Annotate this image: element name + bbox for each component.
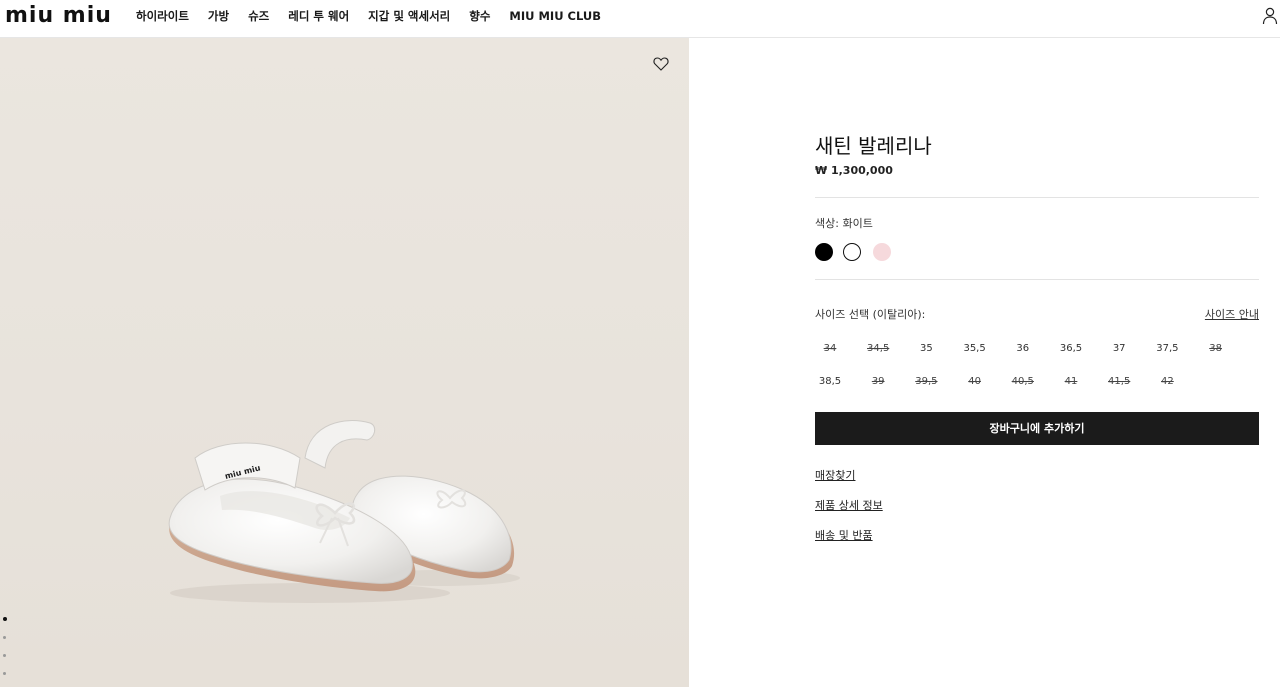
- size-option[interactable]: 35,5: [960, 343, 990, 354]
- selected-color-value: 화이트: [842, 217, 873, 230]
- nav-item-fragrance[interactable]: 향수: [469, 8, 490, 24]
- product-details-link[interactable]: 제품 상세 정보: [815, 497, 883, 513]
- nav-item-highlights[interactable]: 하이라이트: [136, 8, 189, 24]
- site-header: miu miu 하이라이트 가방 슈즈 레디 투 웨어 지갑 및 액세서리 향수…: [0, 0, 1280, 38]
- size-option[interactable]: 35: [911, 343, 941, 354]
- size-guide-link[interactable]: 사이즈 안내: [1205, 306, 1259, 322]
- size-option[interactable]: 40,5: [1008, 376, 1038, 387]
- size-option[interactable]: 34: [815, 343, 845, 354]
- color-swatch-black[interactable]: [815, 243, 833, 261]
- color-label: 색상: 화이트: [815, 215, 873, 231]
- heart-icon[interactable]: [653, 57, 669, 71]
- size-option[interactable]: 37,5: [1152, 343, 1182, 354]
- nav-item-ready-to-wear[interactable]: 레디 투 웨어: [288, 8, 349, 24]
- size-option[interactable]: 42: [1152, 376, 1182, 387]
- user-icon[interactable]: [1262, 7, 1278, 25]
- store-locator-link[interactable]: 매장찾기: [815, 467, 855, 483]
- nav-item-bags[interactable]: 가방: [208, 8, 229, 24]
- color-swatch-white[interactable]: [843, 243, 861, 261]
- nav-item-shoes[interactable]: 슈즈: [248, 8, 269, 24]
- carousel-dot[interactable]: [3, 654, 6, 657]
- nav-item-club[interactable]: MIU MIU CLUB: [509, 9, 601, 23]
- product-photo-ballerinas: miu miu: [168, 420, 520, 603]
- size-select-label: 사이즈 선택 (이탈리아):: [815, 308, 926, 321]
- shipping-returns-link[interactable]: 배송 및 반품: [815, 527, 873, 543]
- color-label-text: 색상:: [815, 217, 839, 230]
- size-option[interactable]: 39,5: [911, 376, 941, 387]
- product-title: 새틴 발레리나: [815, 134, 932, 158]
- size-option[interactable]: 40: [960, 376, 990, 387]
- brand-logo[interactable]: miu miu: [5, 5, 112, 27]
- add-to-cart-button[interactable]: 장바구니에 추가하기: [815, 412, 1259, 445]
- size-option[interactable]: 37: [1104, 343, 1134, 354]
- product-image-panel: miu miu: [0, 38, 689, 687]
- carousel-dots: [3, 617, 9, 687]
- size-option[interactable]: 38,5: [815, 376, 845, 387]
- size-option[interactable]: 34,5: [863, 343, 893, 354]
- size-option[interactable]: 36: [1008, 343, 1038, 354]
- size-option[interactable]: 38: [1201, 343, 1231, 354]
- divider: [815, 197, 1259, 198]
- carousel-dot[interactable]: [3, 617, 7, 621]
- nav-item-accessories[interactable]: 지갑 및 액세서리: [368, 8, 450, 24]
- divider: [815, 279, 1259, 280]
- size-option[interactable]: 36,5: [1056, 343, 1086, 354]
- color-swatch-pink[interactable]: [873, 243, 891, 261]
- carousel-dot[interactable]: [3, 672, 6, 675]
- size-option[interactable]: 39: [863, 376, 893, 387]
- carousel-dot[interactable]: [3, 636, 6, 639]
- main-nav: 하이라이트 가방 슈즈 레디 투 웨어 지갑 및 액세서리 향수 MIU MIU…: [136, 0, 620, 32]
- size-option[interactable]: 41,5: [1104, 376, 1134, 387]
- product-price: ₩ 1,300,000: [815, 164, 893, 177]
- size-option[interactable]: 41: [1056, 376, 1086, 387]
